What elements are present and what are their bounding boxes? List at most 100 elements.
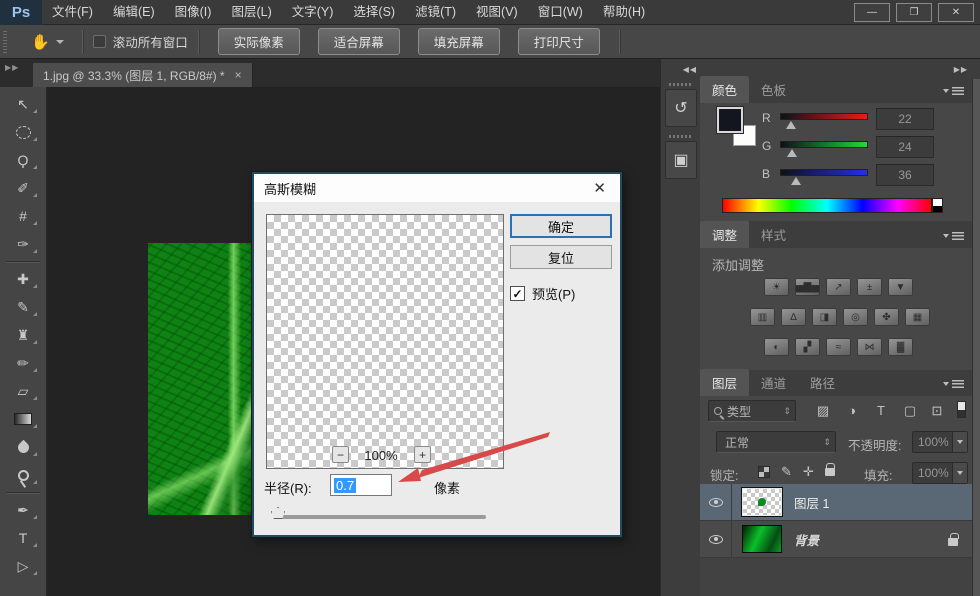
hue-saturation-icon[interactable]: ▥ <box>750 308 775 326</box>
layer-name[interactable]: 背景 <box>794 530 819 549</box>
layer-name[interactable]: 图层 1 <box>794 493 829 512</box>
exposure-icon[interactable]: ± <box>857 278 882 296</box>
tab-styles[interactable]: 样式 <box>749 221 798 248</box>
menu-file[interactable]: 文件(F) <box>42 0 103 25</box>
clone-stamp-tool[interactable]: ♜ <box>3 321 43 349</box>
blue-slider-thumb[interactable] <box>791 177 801 185</box>
green-value-field[interactable]: 24 <box>876 136 934 158</box>
lock-pixels-brush-icon[interactable]: ✎ <box>781 464 792 480</box>
dialog-close-icon[interactable]: ✕ <box>589 179 610 197</box>
document-tab[interactable]: 1.jpg @ 33.3% (图层 1, RGB/8#) * × <box>33 63 253 87</box>
eraser-tool[interactable]: ▱ <box>3 377 43 405</box>
quick-selection-tool[interactable]: ✐ <box>3 174 43 202</box>
document-tab-close-icon[interactable]: × <box>235 68 242 82</box>
zoom-in-button[interactable]: + <box>414 446 431 463</box>
gradient-map-icon[interactable]: ⋈ <box>857 338 882 356</box>
background-thumbnail[interactable] <box>742 525 782 553</box>
color-lookup-icon[interactable]: ▦ <box>905 308 930 326</box>
eye-icon[interactable] <box>709 498 723 507</box>
tab-swatches[interactable]: 色板 <box>749 76 798 103</box>
red-slider-thumb[interactable] <box>786 121 796 129</box>
panel-menu-icon[interactable] <box>943 87 964 95</box>
threshold-icon[interactable]: ≈ <box>826 338 851 356</box>
levels-icon[interactable]: ▅▇▅ <box>795 278 820 296</box>
fill-select[interactable]: 100% <box>912 462 968 484</box>
marquee-tool[interactable] <box>3 118 43 146</box>
radius-slider-track[interactable] <box>276 515 486 519</box>
panel-menu-icon[interactable] <box>943 232 964 240</box>
tab-channels[interactable]: 通道 <box>749 369 798 396</box>
history-panel-button[interactable]: ↺ <box>665 89 697 127</box>
selective-color-icon[interactable]: ▓ <box>888 338 913 356</box>
black-white-icon[interactable]: ◨ <box>812 308 837 326</box>
menu-filter[interactable]: 滤镜(T) <box>405 0 466 25</box>
brightness-contrast-icon[interactable]: ☀ <box>764 278 789 296</box>
move-tool[interactable]: ↖ <box>3 90 43 118</box>
reset-button[interactable]: 复位 <box>510 245 612 269</box>
blue-value-field[interactable]: 36 <box>876 164 934 186</box>
layer1-thumbnail[interactable] <box>742 488 782 516</box>
lock-transparency-icon[interactable] <box>758 466 770 478</box>
lock-all-icon[interactable] <box>825 468 835 476</box>
layer-filter-toggle[interactable] <box>957 401 966 418</box>
path-select-tool[interactable]: ▷ <box>3 552 43 580</box>
posterize-icon[interactable]: ▞ <box>795 338 820 356</box>
actual-pixels-button[interactable]: 实际像素 <box>218 28 300 55</box>
green-slider-thumb[interactable] <box>787 149 797 157</box>
menu-select[interactable]: 选择(S) <box>343 0 405 25</box>
tab-paths[interactable]: 路径 <box>798 369 847 396</box>
smart-object-filter-icon[interactable]: ⊡ <box>926 403 948 419</box>
pixel-layer-filter-icon[interactable]: ▨ <box>812 403 834 419</box>
menu-image[interactable]: 图像(I) <box>165 0 222 25</box>
lock-position-icon[interactable]: ✛ <box>803 464 814 480</box>
menu-type[interactable]: 文字(Y) <box>282 0 344 25</box>
dropdown-arrow-icon[interactable] <box>952 432 967 452</box>
dialog-title-bar[interactable]: 高斯模糊 ✕ <box>254 174 620 202</box>
eye-icon[interactable] <box>709 535 723 544</box>
visibility-cell[interactable] <box>700 521 732 557</box>
menu-edit[interactable]: 编辑(E) <box>103 0 165 25</box>
visibility-cell[interactable] <box>700 484 732 520</box>
spot-healing-tool[interactable]: ✚ <box>3 265 43 293</box>
hand-tool-dropdown-icon[interactable] <box>56 40 64 44</box>
collapse-panels-icon[interactable]: ▶▶ <box>954 65 968 74</box>
layer-row-layer1[interactable]: 图层 1 <box>700 484 972 521</box>
invert-icon[interactable]: ◐ <box>764 338 789 356</box>
opacity-select[interactable]: 100% <box>912 431 968 453</box>
green-slider[interactable] <box>780 141 868 148</box>
tab-color[interactable]: 颜色 <box>700 76 749 103</box>
blend-mode-select[interactable]: 正常 ⇕ <box>716 431 836 453</box>
black-swatch[interactable] <box>933 206 942 213</box>
menu-view[interactable]: 视图(V) <box>466 0 528 25</box>
color-balance-icon[interactable]: ∆ <box>781 308 806 326</box>
red-slider[interactable] <box>780 113 868 120</box>
history-brush-tool[interactable]: ✏ <box>3 349 43 377</box>
blur-preview-box[interactable] <box>266 214 504 469</box>
layer-row-background[interactable]: 背景 <box>700 521 972 558</box>
vibrance-icon[interactable]: ▼ <box>888 278 913 296</box>
tab-adjustments[interactable]: 调整 <box>700 221 749 248</box>
preview-checkbox[interactable]: ✓ <box>510 286 525 301</box>
pen-tool[interactable]: ✒ <box>3 496 43 524</box>
menu-window[interactable]: 窗口(W) <box>528 0 593 25</box>
shape-layer-filter-icon[interactable]: ▢ <box>899 403 921 419</box>
crop-tool[interactable]: # <box>3 202 43 230</box>
scroll-all-windows-checkbox[interactable] <box>93 35 106 48</box>
maximize-button[interactable]: ❐ <box>896 3 932 22</box>
spectrum-end-swatches[interactable] <box>932 198 943 213</box>
dropdown-arrow-icon[interactable] <box>952 463 967 483</box>
hand-tool-icon[interactable]: ✋ <box>31 33 50 51</box>
close-button[interactable]: ✕ <box>938 3 974 22</box>
blur-tool[interactable] <box>3 433 43 461</box>
menu-help[interactable]: 帮助(H) <box>593 0 655 25</box>
collapse-dock-icon[interactable]: ◀◀ <box>683 65 697 74</box>
panel-menu-icon[interactable] <box>943 380 964 388</box>
print-size-button[interactable]: 打印尺寸 <box>518 28 600 55</box>
foreground-color-swatch[interactable] <box>717 107 743 133</box>
type-layer-filter-icon[interactable]: T <box>870 403 892 418</box>
dodge-tool[interactable] <box>3 461 43 489</box>
eyedropper-tool[interactable]: ✑ <box>3 230 43 258</box>
gradient-tool[interactable] <box>3 405 43 433</box>
color-spectrum-ramp[interactable] <box>722 198 932 213</box>
photo-filter-icon[interactable]: ◎ <box>843 308 868 326</box>
